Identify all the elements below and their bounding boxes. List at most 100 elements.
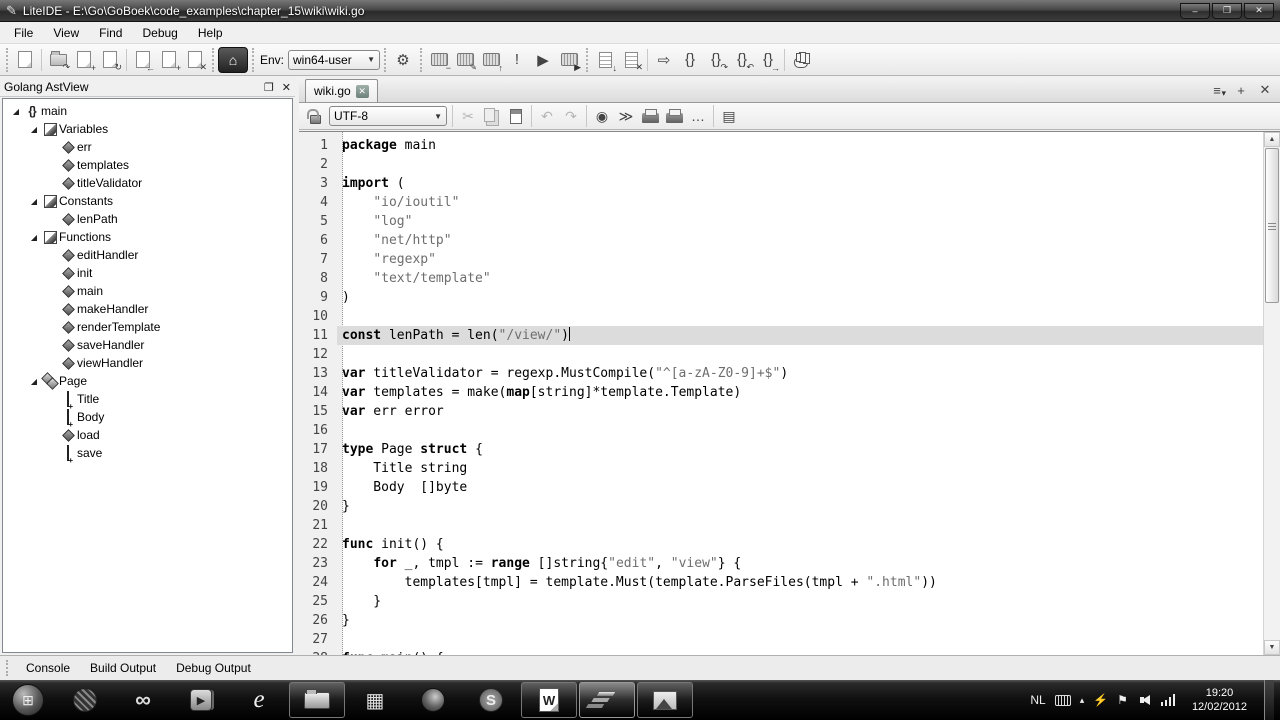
tree-item-Constants[interactable]: ◢Constants [3,192,292,210]
photo-viewer-taskbar-button[interactable] [637,682,693,718]
tree-item-load[interactable]: load [3,426,292,444]
copy-icon[interactable] [480,104,504,128]
clean-icon[interactable]: ✕ [618,47,644,73]
language-indicator[interactable]: NL [1030,693,1045,707]
title-bar[interactable]: ✎ LiteIDE - E:\Go\GoBoek\code_examples\c… [0,0,1280,22]
reload-file-icon[interactable]: ↻ [97,47,123,73]
tree-item-renderTemplate[interactable]: renderTemplate [3,318,292,336]
firefox-taskbar-button[interactable] [405,682,461,718]
tree-item-templates[interactable]: templates [3,156,292,174]
paste-icon[interactable] [504,104,528,128]
debug-run-icon[interactable]: ▶ [556,47,582,73]
build-config-icon[interactable]: − [426,47,452,73]
tab-list-icon[interactable]: ≡▾ [1206,80,1228,100]
open-folder-icon[interactable]: ↷ [45,47,71,73]
action-center-flag-icon[interactable]: ⚑ [1117,693,1128,707]
expander-icon[interactable]: ◢ [27,377,41,386]
tree-item-Page[interactable]: ◢Page [3,372,292,390]
hidden-icons-icon[interactable]: ▴ [1080,695,1085,706]
close-button[interactable]: ✕ [1244,3,1274,19]
braces-unfold-icon[interactable]: {}↶ [729,47,755,73]
tab-wiki-go[interactable]: wiki.go ✕ [305,79,378,102]
scrollbar-thumb[interactable] [1265,148,1279,303]
save-session-icon[interactable]: + [156,47,182,73]
tree-item-save[interactable]: +save [3,444,292,462]
tree-item-Functions[interactable]: ◢Functions [3,228,292,246]
word-taskbar-button[interactable]: W [521,682,577,718]
calculator-taskbar-button[interactable]: ▦ [347,682,403,718]
start-button[interactable]: ⊞ [4,682,52,718]
tree-item-Variables[interactable]: ◢Variables [3,120,292,138]
output-tab-build-output[interactable]: Build Output [80,657,166,679]
tree-item-init[interactable]: init [3,264,292,282]
braces-goto-icon[interactable]: {}→ [755,47,781,73]
braces-icon[interactable]: {} [677,47,703,73]
close-panel-icon[interactable]: ✕ [282,81,291,94]
open-file-icon[interactable]: + [71,47,97,73]
expander-icon[interactable]: ◢ [27,125,41,134]
menu-find[interactable]: Find [89,23,132,43]
tree-item-Body[interactable]: +Body [3,408,292,426]
power-plug-icon[interactable]: ⚡ [1093,693,1108,707]
env-select[interactable]: win64-user▼ [288,50,380,70]
visual-studio-taskbar-button[interactable] [57,682,113,718]
output-tab-console[interactable]: Console [16,657,80,679]
tab-close-icon[interactable]: ✕ [356,85,369,98]
tree-item-titleValidator[interactable]: titleValidator [3,174,292,192]
internet-explorer-taskbar-button[interactable]: e [231,682,287,718]
tree-item-editHandler[interactable]: editHandler [3,246,292,264]
skype-taskbar-button[interactable]: S [463,682,519,718]
expander-icon[interactable]: ◢ [9,107,23,116]
cut-icon[interactable]: ✂ [456,104,480,128]
code-editor[interactable]: 1package main23import (4 "io/ioutil"5 "l… [299,131,1280,655]
export-icon[interactable]: ≫ [614,104,638,128]
encoding-select[interactable]: UTF-8▼ [329,106,447,126]
new-tab-icon[interactable]: + [1230,80,1252,100]
tree-item-main[interactable]: ◢{}main [3,102,292,120]
tree-item-saveHandler[interactable]: saveHandler [3,336,292,354]
close-editor-icon[interactable]: ✕ [1254,80,1276,100]
options-gear-icon[interactable]: ⚙ [390,47,416,73]
show-desktop-button[interactable] [1264,680,1274,720]
wordwrap-icon[interactable]: ▤ [717,104,741,128]
scroll-up-icon[interactable]: ▲ [1264,132,1280,147]
menu-view[interactable]: View [43,23,89,43]
home-icon[interactable]: ⌂ [218,47,248,73]
pan-hand-icon[interactable] [788,47,814,73]
volume-icon[interactable] [1137,695,1150,705]
print-preview-icon[interactable] [662,104,686,128]
tree-item-viewHandler[interactable]: viewHandler [3,354,292,372]
expression-blend-taskbar-button[interactable]: ∞ [115,682,171,718]
tree-item-makeHandler[interactable]: makeHandler [3,300,292,318]
scroll-down-icon[interactable]: ▼ [1264,640,1280,655]
tree-item-err[interactable]: err [3,138,292,156]
record-icon[interactable]: ◉ [590,104,614,128]
windows-explorer-taskbar-button[interactable] [289,682,345,718]
clock[interactable]: 19:20 12/02/2012 [1184,686,1255,714]
more-icon[interactable]: … [686,104,710,128]
menu-file[interactable]: File [4,23,43,43]
menu-help[interactable]: Help [188,23,233,43]
float-panel-icon[interactable]: ❐ [264,81,274,94]
media-player-taskbar-button[interactable]: ▶ [173,682,229,718]
lock-icon[interactable] [303,104,327,128]
tree-item-lenPath[interactable]: lenPath [3,210,292,228]
edit-config-icon[interactable]: ✎ [452,47,478,73]
close-session-icon[interactable]: ✕ [182,47,208,73]
redo-icon[interactable]: ↷ [559,104,583,128]
undo-icon[interactable]: ↶ [535,104,559,128]
print-icon[interactable] [638,104,662,128]
expander-icon[interactable]: ◢ [27,233,41,242]
minimize-button[interactable]: – [1180,3,1210,19]
keyboard-layout-icon[interactable] [1055,695,1071,706]
vertical-scrollbar[interactable]: ▲ ▼ [1263,132,1280,655]
run-icon[interactable]: ▶ [530,47,556,73]
compile-file-icon[interactable]: ↓ [592,47,618,73]
new-file-icon[interactable] [12,47,38,73]
build-icon[interactable]: ! [504,47,530,73]
load-session-icon[interactable]: ← [130,47,156,73]
tree-item-Title[interactable]: +Title [3,390,292,408]
liteide-taskbar-button[interactable] [579,682,635,718]
network-signal-icon[interactable] [1161,694,1175,706]
menu-debug[interactable]: Debug [132,23,187,43]
